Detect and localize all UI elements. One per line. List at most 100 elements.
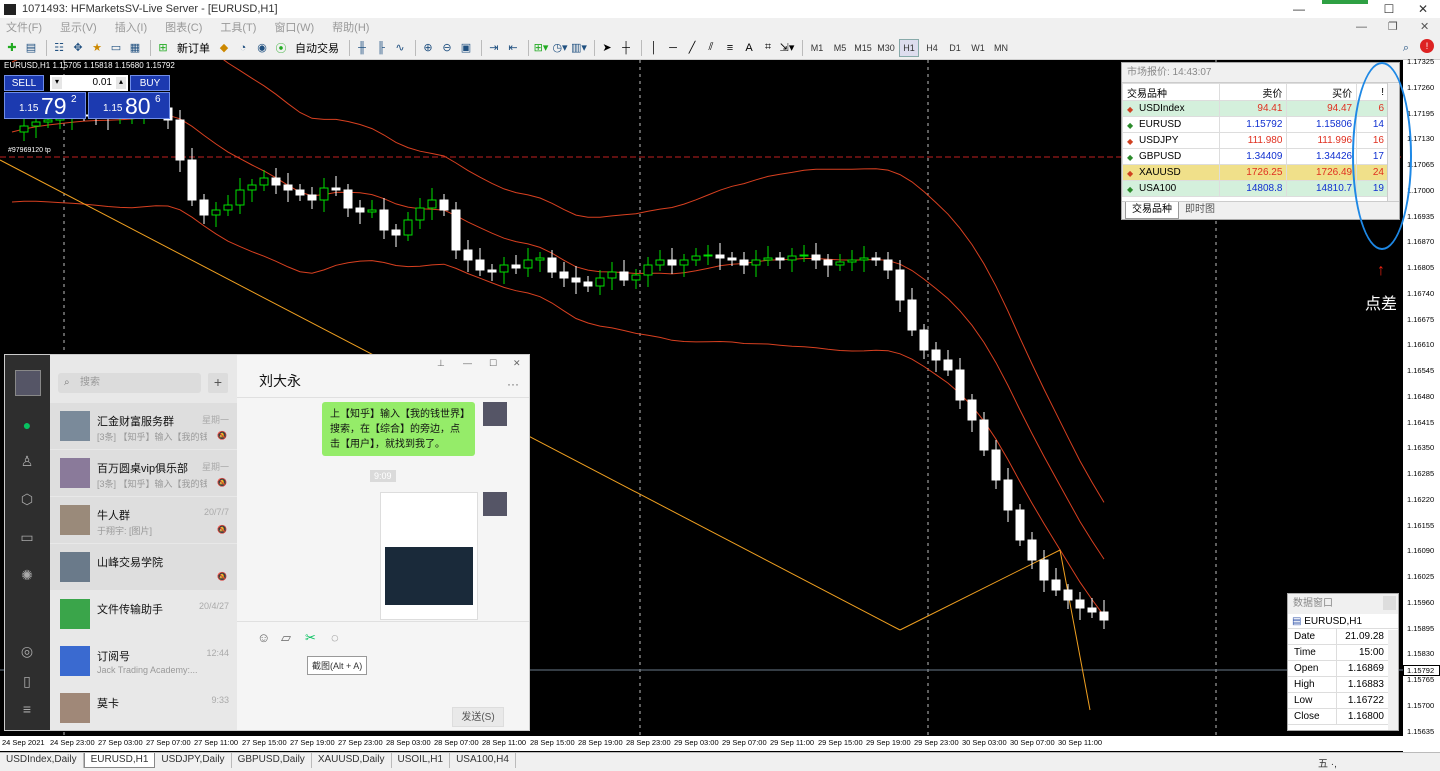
candlestick-icon[interactable]: ╟ — [373, 39, 389, 57]
avatar[interactable] — [15, 370, 41, 396]
crosshair-icon[interactable]: ┼ — [618, 39, 634, 57]
label-icon[interactable]: ⌗ — [760, 39, 776, 57]
tab-symbols[interactable]: 交易品种 — [1125, 202, 1179, 219]
search-icon[interactable]: ⌕ — [1398, 39, 1414, 57]
menu-insert[interactable]: 插入(I) — [115, 19, 147, 35]
conversation-item[interactable]: 汇金财富服务群 [3条] 【知乎】输入【我的钱... 星期一 🔕 — [50, 403, 237, 449]
sell-button[interactable]: SELL — [4, 75, 44, 91]
moments-icon[interactable]: ✺ — [19, 567, 35, 583]
market-row[interactable]: ◆ USDJPY 111.980 111.996 16 — [1122, 132, 1389, 149]
chart-tab[interactable]: XAUUSD,Daily — [312, 753, 392, 768]
chart-tab[interactable]: EURUSD,H1 — [83, 753, 156, 768]
line-chart-icon[interactable]: ∿ — [392, 39, 408, 57]
image-message[interactable] — [380, 492, 478, 620]
col-symbol[interactable]: 交易品种 — [1122, 83, 1220, 101]
conversation-item[interactable]: 文件传输助手 20/4/27 — [50, 591, 237, 637]
screenshot-icon[interactable]: ✂ — [305, 630, 316, 646]
timeframe-m1[interactable]: M1 — [807, 39, 827, 57]
timeframe-d1[interactable]: D1 — [945, 39, 965, 57]
phone-icon[interactable]: ▯ — [19, 673, 35, 689]
data-window-scrollbar[interactable] — [1388, 630, 1398, 730]
periods-icon[interactable]: ◷▾ — [552, 39, 568, 57]
market-row[interactable]: ◆ XAUUSD 1726.25 1726.49 24 — [1122, 164, 1389, 181]
input-area[interactable]: ☺ ▱ ✂ ◌ 截图(Alt + A) 发送(S) — [237, 621, 529, 730]
conversation-item[interactable]: 莫卡 9:33 — [50, 685, 237, 731]
message-bubble[interactable]: 上【知乎】输入【我的钱世界】搜索，在【综合】的旁边，点击【用户】，就找到我了。 — [322, 402, 475, 456]
col-ask[interactable]: 买价 — [1286, 83, 1358, 101]
conversation-item[interactable]: 百万圆桌vip俱乐部 [3条] 【知乎】输入【我的钱... 星期一 🔕 — [50, 450, 237, 496]
horizontal-line-icon[interactable]: ─ — [665, 39, 681, 57]
child-close-button[interactable]: ✕ — [1420, 18, 1429, 36]
chart-tab[interactable]: GBPUSD,Daily — [232, 753, 312, 768]
auto-trade-icon[interactable]: ⦿ — [273, 39, 289, 57]
notification-icon[interactable]: ! — [1420, 39, 1434, 53]
buy-price[interactable]: 1.15 80 6 — [88, 92, 170, 119]
menu-file[interactable]: 文件(F) — [6, 19, 42, 35]
timeframe-m15[interactable]: M15 — [853, 39, 873, 57]
meta-editor-icon[interactable]: ◆ — [216, 39, 232, 57]
market-watch-icon[interactable]: ☷ — [51, 39, 67, 57]
tester-icon[interactable]: ▦ — [127, 39, 143, 57]
wechat-maximize-icon[interactable]: ☐ — [489, 358, 497, 369]
child-minimize-button[interactable]: — — [1356, 18, 1367, 36]
conversation-item[interactable]: 山峰交易学院 🔕 — [50, 544, 237, 590]
auto-trade-button[interactable]: 自动交易 — [292, 39, 342, 57]
menu-icon[interactable]: ≡ — [19, 701, 35, 717]
lot-decrease-icon[interactable]: ▾ — [52, 77, 62, 89]
new-chart-icon[interactable]: ✚ — [4, 39, 20, 57]
vertical-line-icon[interactable]: │ — [646, 39, 662, 57]
wechat-minimize-icon[interactable]: — — [463, 358, 472, 368]
timeframe-m30[interactable]: M30 — [876, 39, 896, 57]
trendline-icon[interactable]: ╱ — [684, 39, 700, 57]
timeframe-h4[interactable]: H4 — [922, 39, 942, 57]
tile-windows-icon[interactable]: ▣ — [458, 39, 474, 57]
mini-program-icon[interactable]: ◎ — [19, 643, 35, 659]
text-icon[interactable]: A — [741, 39, 757, 57]
new-order-button[interactable]: 新订单 — [174, 39, 213, 57]
wechat-close-icon[interactable]: ✕ — [513, 358, 521, 369]
market-row[interactable]: ◆ USA100 14808.8 14810.7 19 — [1122, 180, 1389, 197]
channel-icon[interactable]: ⫽ — [703, 39, 719, 57]
more-options-icon[interactable]: ··· — [507, 377, 519, 391]
profiles-icon[interactable]: ▤ — [23, 39, 39, 57]
data-window-close-icon[interactable] — [1383, 596, 1396, 610]
menu-tools[interactable]: 工具(T) — [220, 19, 256, 35]
chat-icon[interactable]: ● — [19, 417, 35, 433]
market-icon[interactable]: ◉ — [254, 39, 270, 57]
child-restore-button[interactable]: ❐ — [1388, 18, 1398, 36]
indicators-icon[interactable]: ⊞▾ — [533, 39, 549, 57]
col-bid[interactable]: 卖价 — [1218, 83, 1288, 101]
chart-shift-icon[interactable]: ⇤ — [505, 39, 521, 57]
search-input[interactable]: ⌕ 搜索 — [58, 373, 201, 393]
market-row[interactable]: ◆ EURUSD 1.15792 1.15806 14 — [1122, 116, 1389, 133]
conversation-item[interactable]: 订阅号 Jack Trading Academy:... 12:44 — [50, 638, 237, 684]
market-row[interactable]: ◆ USDIndex 94.41 94.47 6 — [1122, 100, 1389, 117]
folder-icon[interactable]: ▱ — [281, 630, 291, 646]
zoom-out-icon[interactable]: ⊖ — [439, 39, 455, 57]
terminal-icon[interactable]: ▭ — [108, 39, 124, 57]
emoji-icon[interactable]: ☺ — [257, 630, 270, 645]
pin-icon[interactable]: ⊥ — [437, 358, 445, 369]
chart-tab[interactable]: USA100,H4 — [450, 753, 516, 768]
templates-icon[interactable]: ▥▾ — [571, 39, 587, 57]
timeframe-m5[interactable]: M5 — [830, 39, 850, 57]
chart-tab[interactable]: USDJPY,Daily — [155, 753, 232, 768]
timeframe-w1[interactable]: W1 — [968, 39, 988, 57]
chat-history-icon[interactable]: ◌ — [331, 630, 339, 645]
autoscroll-icon[interactable]: ⇥ — [486, 39, 502, 57]
chart-tab[interactable]: USOIL,H1 — [392, 753, 451, 768]
zoom-in-icon[interactable]: ⊕ — [420, 39, 436, 57]
tab-tick-chart[interactable]: 即时图 — [1179, 202, 1221, 219]
menu-help[interactable]: 帮助(H) — [332, 19, 369, 35]
timeframe-h1[interactable]: H1 — [899, 38, 919, 57]
arrows-icon[interactable]: ⇲▾ — [779, 39, 795, 57]
navigator-icon[interactable]: ★ — [89, 39, 105, 57]
timeframe-mn[interactable]: MN — [991, 39, 1011, 57]
conversation-item[interactable]: 牛人群 于翔宇: [图片] 20/7/7 🔕 — [50, 497, 237, 543]
sell-price[interactable]: 1.15 79 2 — [4, 92, 86, 119]
market-row[interactable]: ◆ GBPUSD 1.34409 1.34426 17 — [1122, 148, 1389, 165]
sender-avatar[interactable] — [483, 402, 507, 426]
cursor-icon[interactable]: ➤ — [599, 39, 615, 57]
new-order-icon[interactable]: ⊞ — [155, 39, 171, 57]
collections-icon[interactable]: ⬡ — [19, 491, 35, 507]
